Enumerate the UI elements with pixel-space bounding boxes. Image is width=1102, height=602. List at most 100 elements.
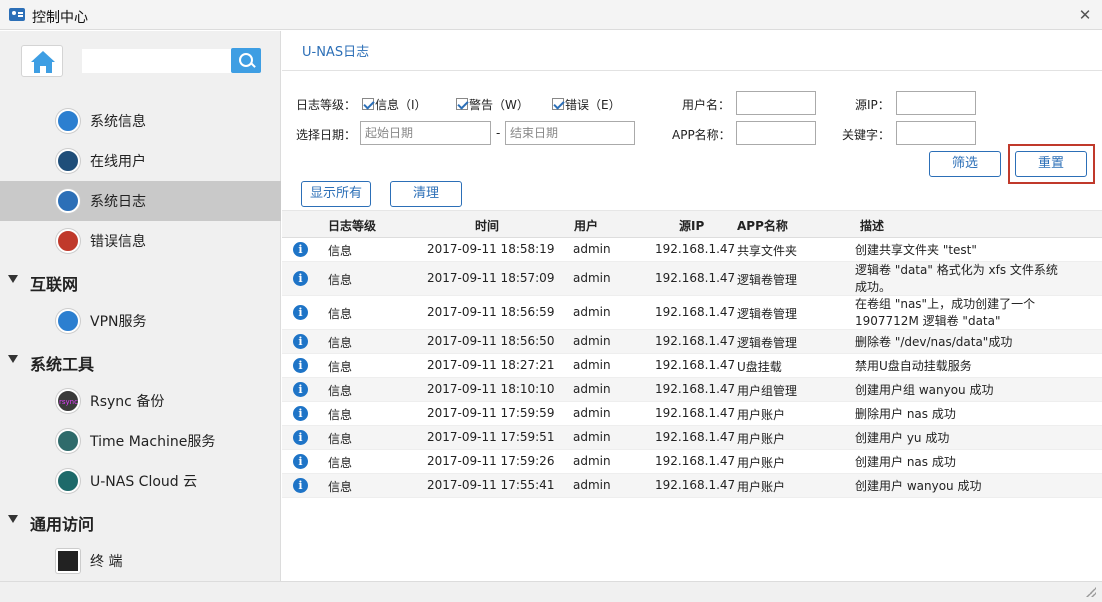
cell-level: 信息 [328, 360, 353, 374]
divider [282, 70, 1102, 71]
info-checkbox[interactable] [362, 98, 374, 110]
close-button[interactable]: ✕ [1076, 6, 1094, 24]
table-row[interactable]: i 信息 2017-09-11 17:59:26 admin 192.168.1.47 用… [282, 450, 1102, 474]
sidebar-item-2[interactable]: 系统日志 [0, 181, 281, 221]
cell-time: 2017-09-11 18:10:10 [427, 382, 555, 396]
table-row[interactable]: i 信息 2017-09-11 18:58:19 admin 192.168.1.47 共… [282, 238, 1102, 262]
sidebar-group-label: 系统工具 [30, 355, 95, 374]
cell-description: 删除卷 "/dev/nas/data"成功 [855, 335, 1013, 349]
sidebar-item-2-0[interactable]: 终 端 [0, 541, 281, 581]
sidebar-item-icon [56, 189, 80, 213]
table-row[interactable]: i 信息 2017-09-11 18:56:59 admin 192.168.1.47 逻… [282, 296, 1102, 330]
cell-app-name: 用户账户 [737, 408, 786, 422]
info-icon: i [293, 406, 308, 421]
sidebar-item-icon [56, 309, 80, 333]
clear-button[interactable]: 清理 [390, 181, 462, 207]
table-row[interactable]: i 信息 2017-09-11 17:59:59 admin 192.168.1.47 用… [282, 402, 1102, 426]
cell-user: admin [573, 305, 611, 319]
page-title: U-NAS日志 [302, 45, 370, 60]
reset-button[interactable]: 重置 [1015, 151, 1087, 177]
sidebar-item-1[interactable]: 在线用户 [0, 141, 281, 181]
sidebar-item-label: 终 端 [90, 554, 123, 570]
cell-level: 信息 [328, 408, 353, 422]
sidebar-group-1[interactable]: 系统工具 [0, 341, 281, 381]
col-user[interactable]: 用户 [574, 217, 598, 234]
sidebar-item-0[interactable]: 系统信息 [0, 101, 281, 141]
app-name-input[interactable] [736, 121, 816, 145]
col-time[interactable]: 时间 [475, 217, 499, 234]
cell-app-name: 共享文件夹 [737, 244, 798, 258]
sidebar-item-1-1[interactable]: Time Machine服务 [0, 421, 281, 461]
table-row[interactable]: i 信息 2017-09-11 18:56:50 admin 192.168.1.47 逻… [282, 330, 1102, 354]
cell-level: 信息 [328, 244, 353, 258]
cell-user: admin [573, 271, 611, 285]
cell-user: admin [573, 358, 611, 372]
sidebar-item-label: 系统信息 [90, 114, 146, 130]
cell-user: admin [573, 478, 611, 492]
cell-description: 创建用户组 wanyou 成功 [855, 383, 994, 397]
col-description[interactable]: 描述 [860, 217, 884, 234]
table-row[interactable]: i 信息 2017-09-11 17:59:51 admin 192.168.1.47 用… [282, 426, 1102, 450]
home-button[interactable] [21, 45, 63, 77]
table-row[interactable]: i 信息 2017-09-11 17:55:41 admin 192.168.1.47 用… [282, 474, 1102, 498]
sidebar: 系统信息在线用户系统日志错误信息 互联网 VPN服务系统工具 rsync Rsync 备… [0, 31, 281, 581]
cell-level: 信息 [328, 336, 353, 350]
keyword-input[interactable] [896, 121, 976, 145]
cell-source-ip: 192.168.1.47 [655, 382, 736, 396]
date-separator: - [496, 126, 501, 140]
sidebar-item-label: Rsync 备份 [90, 394, 165, 410]
window-title: 控制中心 [32, 10, 88, 26]
cell-time: 2017-09-11 17:59:59 [427, 406, 555, 420]
sidebar-item-1-2[interactable]: U-NAS Cloud 云 [0, 461, 281, 501]
sidebar-item-3[interactable]: 错误信息 [0, 221, 281, 261]
cell-level: 信息 [328, 432, 353, 446]
source-ip-input[interactable] [896, 91, 976, 115]
col-source-ip[interactable]: 源IP [679, 217, 704, 234]
cell-source-ip: 192.168.1.47 [655, 242, 736, 256]
col-level[interactable]: 日志等级 [328, 217, 376, 234]
error-checkbox-label: 错误（E） [565, 98, 621, 112]
sidebar-item-1-0[interactable]: rsync Rsync 备份 [0, 381, 281, 421]
keyword-label: 关键字： [842, 128, 891, 142]
cell-description: 创建用户 nas 成功 [855, 455, 956, 469]
info-icon: i [293, 305, 308, 320]
info-icon: i [293, 271, 308, 286]
search-input[interactable] [82, 49, 232, 73]
cell-description: 禁用U盘自动挂载服务 [855, 359, 972, 373]
username-input[interactable] [736, 91, 816, 115]
error-checkbox[interactable] [552, 98, 564, 110]
cell-app-name: 逻辑卷管理 [737, 273, 798, 287]
cell-user: admin [573, 242, 611, 256]
info-icon: i [293, 430, 308, 445]
resize-grip-icon[interactable] [1086, 587, 1096, 597]
cell-source-ip: 192.168.1.47 [655, 305, 736, 319]
sidebar-item-label: Time Machine服务 [90, 434, 216, 450]
table-row[interactable]: i 信息 2017-09-11 18:10:10 admin 192.168.1.47 用… [282, 378, 1102, 402]
collapse-arrow-icon [8, 355, 18, 363]
cell-level: 信息 [328, 456, 353, 470]
cell-source-ip: 192.168.1.47 [655, 271, 736, 285]
sidebar-item-label: 系统日志 [90, 194, 146, 210]
cell-user: admin [573, 454, 611, 468]
sidebar-group-2[interactable]: 通用访问 [0, 501, 281, 541]
cell-user: admin [573, 382, 611, 396]
table-row[interactable]: i 信息 2017-09-11 18:57:09 admin 192.168.1.47 逻… [282, 262, 1102, 296]
cell-app-name: 逻辑卷管理 [737, 307, 798, 321]
cell-description: 创建用户 yu 成功 [855, 431, 950, 445]
info-icon: i [293, 478, 308, 493]
sidebar-item-0-0[interactable]: VPN服务 [0, 301, 281, 341]
info-icon: i [293, 358, 308, 373]
table-row[interactable]: i 信息 2017-09-11 18:27:21 admin 192.168.1.47 U… [282, 354, 1102, 378]
warning-checkbox[interactable] [456, 98, 468, 110]
sidebar-item-icon [56, 429, 80, 453]
start-date-input[interactable] [360, 121, 491, 145]
sidebar-item-label: 在线用户 [90, 154, 146, 170]
cell-time: 2017-09-11 17:59:26 [427, 454, 555, 468]
home-icon [31, 51, 55, 73]
search-button[interactable] [231, 48, 261, 73]
filter-button[interactable]: 筛选 [929, 151, 1001, 177]
sidebar-group-0[interactable]: 互联网 [0, 261, 281, 301]
show-all-button[interactable]: 显示所有 [301, 181, 371, 207]
col-app-name[interactable]: APP名称 [737, 217, 788, 234]
end-date-input[interactable] [505, 121, 635, 145]
